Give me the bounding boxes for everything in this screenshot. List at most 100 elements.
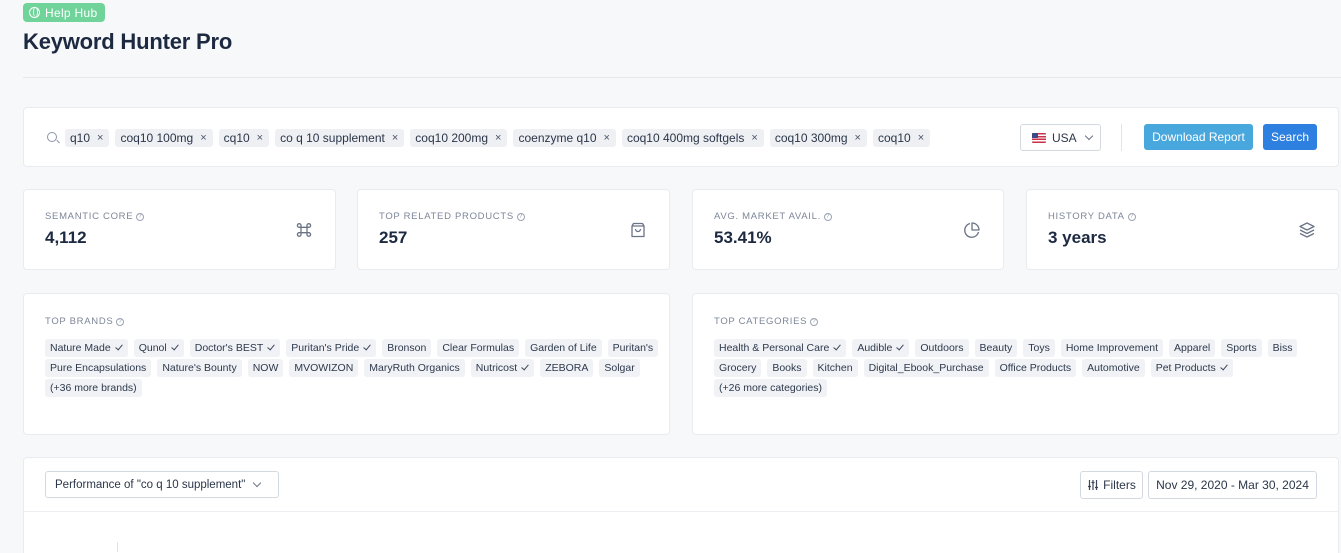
brand-tag[interactable]: Doctor's BEST [189, 339, 281, 357]
top-brands-card: TOP BRANDS? Nature Made Qunol Doctor's BES… [23, 293, 670, 435]
category-tag[interactable]: Biss [1267, 339, 1298, 357]
performance-keyword-select[interactable]: Performance of "co q 10 supplement" [45, 471, 279, 498]
brand-tag[interactable]: Bronson [382, 339, 432, 357]
category-tag[interactable]: Pet Products [1150, 359, 1233, 377]
category-tag[interactable]: Toys [1023, 339, 1055, 357]
brands-more-link[interactable]: (+36 more brands) [45, 379, 142, 397]
remove-keyword-icon[interactable]: × [604, 132, 610, 144]
category-tag-label: Biss [1272, 342, 1293, 354]
filters-button[interactable]: Filters [1080, 471, 1143, 499]
brand-tag-label: MaryRuth Organics [369, 362, 460, 374]
search-button[interactable]: Search [1263, 124, 1317, 150]
brand-tag[interactable]: MVOWIZON [289, 359, 359, 377]
check-icon [1220, 362, 1228, 371]
remove-keyword-icon[interactable]: × [855, 132, 861, 144]
info-icon[interactable]: ? [136, 212, 145, 221]
category-tag[interactable]: Digital_Ebook_Purchase [863, 359, 989, 377]
brand-tag[interactable]: Puritan's [607, 339, 659, 357]
pie-chart-icon [964, 222, 980, 238]
remove-keyword-icon[interactable]: × [97, 132, 103, 144]
keyword-chips[interactable]: q10 × coq10 100mg × cq10 × co q 10 supplement ×… [65, 129, 931, 147]
stat-card-top-related-products: TOP RELATED PRODUCTS? 257 [357, 189, 670, 270]
category-tag[interactable]: Home Improvement [1060, 339, 1164, 357]
keyword-chip-label: coq10 100mg [120, 131, 194, 145]
brand-tag[interactable]: ZEBORA [540, 359, 594, 377]
keyword-chip[interactable]: co q 10 supplement × [275, 129, 405, 147]
remove-keyword-icon[interactable]: × [392, 132, 398, 144]
check-icon [170, 342, 179, 351]
category-tag[interactable]: Sports [1221, 339, 1262, 357]
brand-tag[interactable]: Clear Formulas [437, 339, 520, 357]
brand-tag-label: Qunol [138, 342, 167, 354]
info-icon[interactable]: ? [116, 317, 125, 326]
category-tag[interactable]: Kitchen [812, 359, 858, 377]
category-tag[interactable]: Outdoors [915, 339, 969, 357]
remove-keyword-icon[interactable]: × [751, 132, 757, 144]
brand-tag[interactable]: Nature Made [45, 339, 128, 357]
remove-keyword-icon[interactable]: × [495, 132, 501, 144]
keyword-chip[interactable]: coq10 300mg × [769, 129, 867, 147]
categories-more-link[interactable]: (+26 more categories) [714, 379, 828, 397]
header-divider [23, 77, 1341, 78]
category-tag-label: Automotive [1087, 362, 1140, 374]
category-tag[interactable]: Beauty [974, 339, 1018, 357]
brand-tag[interactable]: MaryRuth Organics [364, 359, 465, 377]
page-title: Keyword Hunter Pro [23, 29, 233, 54]
category-tag[interactable]: Apparel [1169, 339, 1216, 357]
keyword-chip[interactable]: coenzyme q10 × [513, 129, 616, 147]
brand-tag-label: Bronson [387, 342, 427, 354]
brand-tag[interactable]: NOW [247, 359, 284, 377]
stat-value: 257 [379, 228, 408, 247]
country-label: USA [1052, 130, 1077, 145]
brand-tag-label: Puritan's Pride [291, 342, 360, 354]
category-tag[interactable]: Automotive [1082, 359, 1145, 377]
keyword-chip-label: coq10 200mg [415, 131, 489, 145]
remove-keyword-icon[interactable]: × [257, 132, 263, 144]
help-hub-badge[interactable]: Help Hub [23, 3, 106, 22]
country-select[interactable]: USA [1020, 124, 1101, 151]
brand-tag[interactable]: Puritan's Pride [286, 339, 377, 357]
category-tag[interactable]: Office Products [994, 359, 1077, 377]
category-tag-label: Kitchen [817, 362, 853, 374]
category-tag-label: Sports [1226, 342, 1257, 354]
keyword-chip-label: coq10 [877, 131, 911, 145]
brand-tag-list: Nature Made Qunol Doctor's BEST Puritan's P… [45, 339, 669, 397]
category-tag[interactable]: Health & Personal Care [714, 339, 847, 357]
keyword-chip[interactable]: q10 × [65, 129, 110, 147]
brand-tag-label: NOW [252, 362, 279, 374]
info-icon[interactable]: ? [516, 212, 525, 221]
category-tag[interactable]: Grocery [714, 359, 762, 377]
info-icon[interactable]: ? [1127, 212, 1136, 221]
brand-tag[interactable]: Qunol [133, 339, 184, 357]
brand-tag[interactable]: Nature's Bounty [157, 359, 242, 377]
download-report-button[interactable]: Download Report [1144, 124, 1253, 150]
help-hub-label: Help Hub [45, 5, 98, 20]
info-icon[interactable]: ? [823, 212, 832, 221]
keyword-chip[interactable]: coq10 × [872, 129, 931, 147]
stat-label: TOP RELATED PRODUCTS? [379, 211, 525, 222]
toolbar-separator [1121, 124, 1122, 151]
info-icon[interactable]: ? [810, 317, 819, 326]
stat-label: SEMANTIC CORE? [45, 211, 145, 222]
keyword-chip[interactable]: coq10 200mg × [410, 129, 508, 147]
keyword-chip[interactable]: coq10 400mg softgels × [621, 129, 764, 147]
keyword-chip[interactable]: cq10 × [218, 129, 270, 147]
date-range-picker[interactable]: Nov 29, 2020 - Mar 30, 2024 [1148, 471, 1317, 499]
category-tag[interactable]: Books [767, 359, 807, 377]
brand-tag[interactable]: Garden of Life [525, 339, 602, 357]
category-tag[interactable]: Audible [852, 339, 910, 357]
chevron-down-icon [1084, 131, 1093, 141]
brand-tag-label: Solgar [604, 362, 635, 374]
stat-label: AVG. MARKET AVAIL.? [714, 211, 832, 222]
check-icon [521, 362, 529, 371]
sliders-icon [1088, 480, 1099, 490]
stat-card-history-data: HISTORY DATA? 3 years [1026, 189, 1339, 270]
brand-tag[interactable]: Pure Encapsulations [45, 359, 152, 377]
brand-tag[interactable]: Solgar [599, 359, 640, 377]
remove-keyword-icon[interactable]: × [200, 132, 206, 144]
stat-card-avg-market-avail: AVG. MARKET AVAIL.? 53.41% [692, 189, 1004, 270]
remove-keyword-icon[interactable]: × [918, 132, 924, 144]
brand-tag[interactable]: Nutricost [470, 359, 535, 377]
category-tag-label: Digital_Ebook_Purchase [868, 362, 984, 374]
keyword-chip[interactable]: coq10 100mg × [115, 129, 213, 147]
